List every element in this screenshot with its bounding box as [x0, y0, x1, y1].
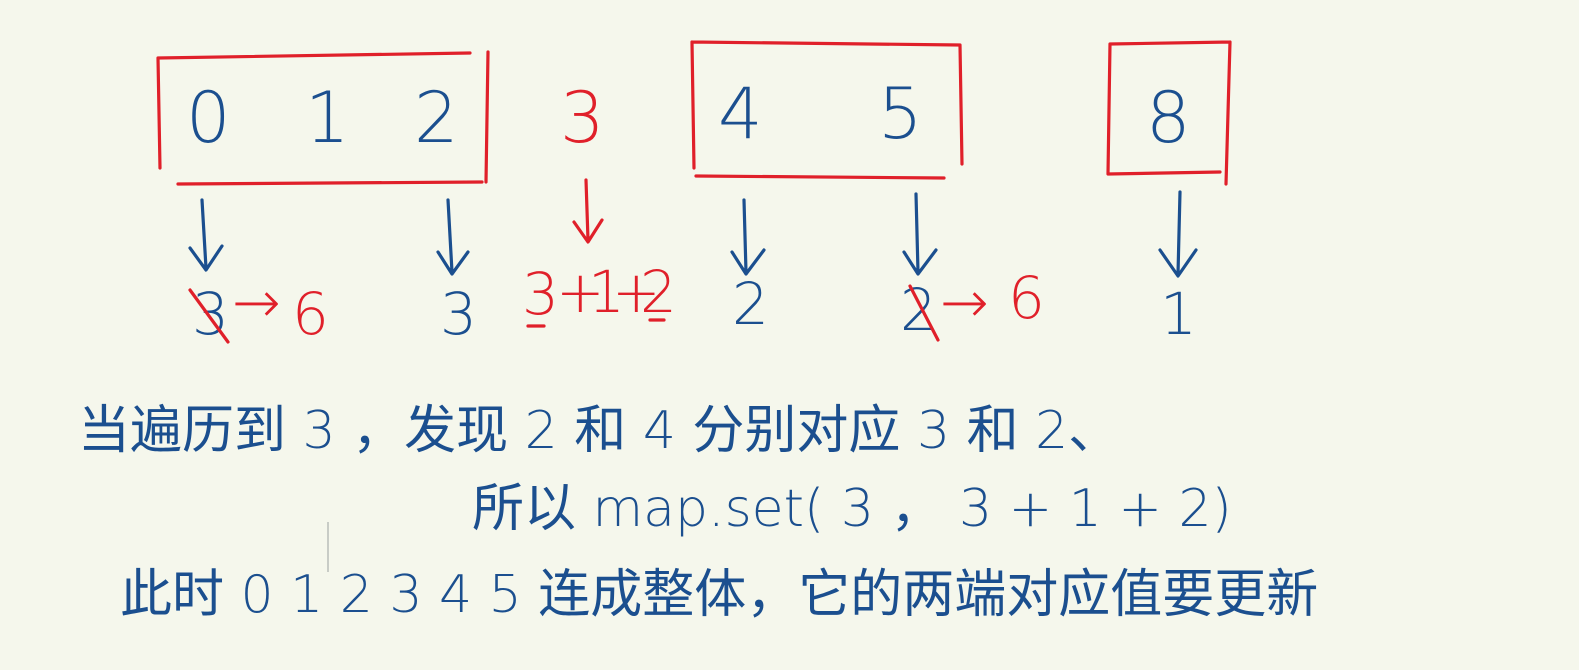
value-5-new: 6: [1008, 264, 1045, 332]
num-2: 2: [414, 77, 459, 159]
value-0-arrow: →: [232, 268, 281, 336]
num-4: 4: [718, 73, 763, 155]
num-1: 1: [305, 77, 350, 159]
arrow-from-8: [1158, 190, 1198, 278]
value-5-old: 2: [900, 276, 937, 344]
note-line-3: 此时 0 1 2 3 4 5 连成整体，它的两端对应值要更新: [120, 565, 1318, 625]
value-8: 1: [1160, 280, 1197, 348]
value-3-part-a: 3: [522, 260, 559, 328]
num-5: 5: [878, 73, 923, 155]
value-4: 2: [732, 270, 769, 338]
value-0-new: 6: [292, 280, 329, 348]
diagram-svg: 0 1 2 3 4 5 8 3 → 6 3 3 + 1 + 2 2 2 → 6 …: [78, 40, 1318, 625]
arrow-from-5: [902, 192, 938, 276]
num-8: 8: [1146, 77, 1191, 159]
value-2: 3: [440, 280, 477, 348]
diagram-canvas: 0 1 2 3 4 5 8 3 → 6 3 3 + 1 + 2 2 2 → 6 …: [0, 0, 1579, 670]
arrow-from-2: [436, 198, 470, 276]
num-3-middle: 3: [560, 77, 605, 159]
arrow-from-4: [730, 198, 766, 276]
arrow-from-3: [572, 178, 604, 244]
value-5-arrow: →: [940, 268, 989, 336]
note-line-1: 当遍历到 3 ，发现 2 和 4 分别对应 3 和 2、: [78, 401, 1120, 461]
value-3-part-c: 2: [640, 258, 677, 326]
arrow-from-0: [188, 198, 224, 272]
note-line-2: 所以 map.set( 3 ， 3 + 1 + 2): [472, 479, 1232, 539]
num-0: 0: [186, 77, 231, 159]
